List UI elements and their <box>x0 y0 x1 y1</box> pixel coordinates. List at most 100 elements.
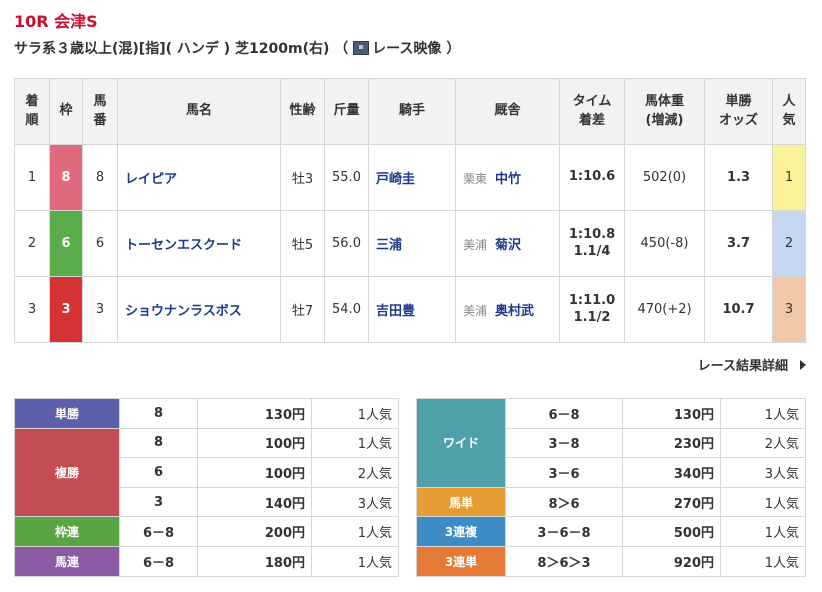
umaban: 8 <box>82 144 118 211</box>
trainer-area: 美浦 <box>463 238 488 252</box>
umaban: 6 <box>82 210 118 277</box>
payout-label-fukusho: 複勝 <box>14 427 120 518</box>
payout-row-fukusho: 複勝 8 100円 1人気 <box>14 427 399 518</box>
body-weight: 502(0) <box>624 144 705 211</box>
sex-age: 牡3 <box>280 144 325 211</box>
payout-amount: 140円 <box>197 486 312 518</box>
payout-combo: 8＞6＞3 <box>505 545 623 577</box>
popularity: 2 <box>772 210 806 277</box>
payout-combo: 6－8 <box>505 398 623 429</box>
payout-amount: 230円 <box>622 427 721 459</box>
payout-combo: 3 <box>119 486 198 518</box>
header-waku: 枠 <box>49 78 83 145</box>
payout-label-tansho: 単勝 <box>14 398 120 429</box>
payout-amount: 100円 <box>197 427 312 459</box>
trainer-link[interactable]: 奥村武 <box>495 304 534 319</box>
margin: 1.1/4 <box>573 243 611 259</box>
horse-name-link[interactable]: トーセンエスクード <box>125 238 242 253</box>
payout-popularity: 1人気 <box>311 427 399 459</box>
jockey-link[interactable]: 吉田豊 <box>376 304 415 319</box>
payout-combo: 3－8 <box>505 427 623 459</box>
payout-popularity: 3人気 <box>720 457 806 488</box>
payout-popularity: 1人気 <box>720 486 806 518</box>
jockey-link[interactable]: 戸崎圭 <box>376 172 415 187</box>
chevron-right-icon <box>800 360 806 370</box>
result-row: 3 3 3 ショウナンラスボス 牡7 54.0 吉田豊 美浦 奥村武 1:11.0… <box>14 276 806 343</box>
waku-badge: 8 <box>49 144 83 211</box>
payout-row-sanrentan: 3連単 8＞6＞3 920円 1人気 <box>416 545 806 577</box>
result-header-row: 着順 枠 馬番 馬名 性齢 斤量 騎手 厩舎 タイム 着差 馬体重 (増減) 単勝オ… <box>14 78 806 145</box>
waku-badge: 6 <box>49 210 83 277</box>
horse-name-link[interactable]: ショウナンラスボス <box>125 304 242 319</box>
race-video-link[interactable]: レース映像 <box>353 41 441 57</box>
payout-amount: 180円 <box>197 545 312 577</box>
payout-row-umatan: 馬単 8＞6 270円 1人気 <box>416 486 806 518</box>
payout-popularity: 1人気 <box>311 545 399 577</box>
payout-popularity: 1人気 <box>720 545 806 577</box>
race-result-detail-label: レース結果詳細 <box>697 359 788 374</box>
trainer-area: 栗東 <box>463 172 488 186</box>
sex-age: 牡5 <box>280 210 325 277</box>
race-result-detail-link[interactable]: レース結果詳細 <box>698 355 806 374</box>
race-conditions-text: サラ系３歳以上(混)[指]( ハンデ ) 芝1200m(右) （ <box>14 41 349 57</box>
header-weight: 斤量 <box>324 78 369 145</box>
payout-combo: 8 <box>119 427 198 459</box>
payout-popularity: 1人気 <box>311 516 399 547</box>
result-table: 着順 枠 馬番 馬名 性齢 斤量 騎手 厩舎 タイム 着差 馬体重 (増減) 単勝オ… <box>14 78 806 343</box>
race-time: 1:10.6 <box>568 169 616 185</box>
header-popularity: 人気 <box>772 78 806 145</box>
rank: 3 <box>14 276 50 343</box>
payout-amount: 130円 <box>197 398 312 429</box>
result-row: 2 6 6 トーセンエスクード 牡5 56.0 三浦 美浦 菊沢 1:10.8 1.… <box>14 210 806 277</box>
payout-row-umaren: 馬連 6－8 180円 1人気 <box>14 545 399 577</box>
payout-amount: 200円 <box>197 516 312 547</box>
win-odds: 10.7 <box>704 276 773 343</box>
popularity: 3 <box>772 276 806 343</box>
payout-row-tansho: 単勝 8 130円 1人気 <box>14 398 399 429</box>
carried-weight: 54.0 <box>324 276 369 343</box>
header-stable: 厩舎 <box>455 78 560 145</box>
jockey-link[interactable]: 三浦 <box>376 238 402 253</box>
header-time: タイム 着差 <box>559 78 625 145</box>
sex-age: 牡7 <box>280 276 325 343</box>
body-weight: 450(-8) <box>624 210 705 277</box>
payout-amount: 340円 <box>622 457 721 488</box>
video-icon <box>353 41 370 55</box>
trainer-area: 美浦 <box>463 304 488 318</box>
payout-row-wide: ワイド 6－8 130円 1人気 <box>416 398 806 488</box>
payout-amount: 130円 <box>622 398 721 429</box>
popularity: 1 <box>772 144 806 211</box>
payout-combo: 6－8 <box>119 516 198 547</box>
payout-label-wide: ワイド <box>416 398 506 488</box>
race-time: 1:11.0 <box>568 292 616 308</box>
body-weight: 470(+2) <box>624 276 705 343</box>
payout-label-umaren: 馬連 <box>14 545 120 577</box>
horse-name-link[interactable]: レイピア <box>125 172 177 187</box>
payout-popularity: 3人気 <box>311 486 399 518</box>
payout-table-left: 単勝 8 130円 1人気 複勝 8 100円 1人気 6 100円 2人気 3… <box>14 398 399 577</box>
payout-amount: 920円 <box>622 545 721 577</box>
payout-popularity: 2人気 <box>720 427 806 459</box>
trainer-link[interactable]: 中竹 <box>495 172 521 187</box>
payout-amount: 100円 <box>197 457 312 488</box>
umaban: 3 <box>82 276 118 343</box>
header-jockey: 騎手 <box>368 78 456 145</box>
payout-amount: 270円 <box>622 486 721 518</box>
header-horse: 馬名 <box>117 78 281 145</box>
race-conditions: サラ系３歳以上(混)[指]( ハンデ ) 芝1200m(右) （ レース映像 ） <box>14 38 460 58</box>
header-rank: 着順 <box>14 78 50 145</box>
payout-popularity: 1人気 <box>720 516 806 547</box>
result-row: 1 8 8 レイピア 牡3 55.0 戸崎圭 栗東 中竹 1:10.6 502(0… <box>14 144 806 211</box>
payout-combo: 8＞6 <box>505 486 623 518</box>
payout-popularity: 1人気 <box>311 398 399 429</box>
payout-label-umatan: 馬単 <box>416 486 506 518</box>
payout-label-sanrentan: 3連単 <box>416 545 506 577</box>
race-time: 1:10.8 <box>568 226 616 242</box>
payout-combo: 6 <box>119 457 198 488</box>
header-odds: 単勝 オッズ <box>704 78 773 145</box>
payout-label-wakuren: 枠連 <box>14 516 120 547</box>
race-conditions-end: ） <box>446 41 461 57</box>
waku-badge: 3 <box>49 276 83 343</box>
header-sexage: 性齢 <box>280 78 325 145</box>
trainer-link[interactable]: 菊沢 <box>495 238 521 253</box>
